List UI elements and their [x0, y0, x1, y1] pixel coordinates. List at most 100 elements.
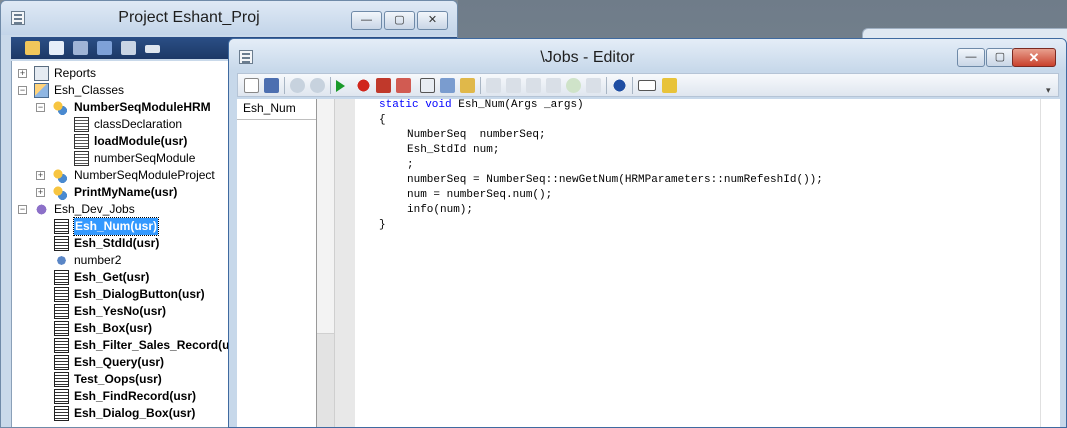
toolbar-separator	[480, 77, 481, 94]
tree-node-numberseqmodulehrm[interactable]: − NumberSeqModuleHRM	[12, 99, 230, 116]
tree-node-esh-filter-sales-record[interactable]: Esh_Filter_Sales_Record(usr)	[12, 337, 230, 354]
editor-window: \Jobs - Editor — ▢ ✕ ▾ Esh_Num static vo…	[228, 38, 1067, 428]
tree-node-classdeclaration[interactable]: classDeclaration	[12, 116, 230, 133]
tree-node-esh-query[interactable]: Esh_Query(usr)	[12, 354, 230, 371]
project-close-button[interactable]: ✕	[417, 11, 448, 30]
list-fields-icon[interactable]	[506, 78, 521, 93]
method-icon	[74, 151, 89, 166]
tree-node-label: Esh_Filter_Sales_Record(usr)	[74, 338, 230, 352]
tree-node-label-selected: Esh_Num(usr)	[72, 217, 160, 236]
line-numbers-icon[interactable]	[638, 80, 656, 91]
toolbar-separator	[330, 77, 331, 94]
toggle-breakpoint-icon[interactable]	[376, 78, 391, 93]
tree-node-esh-stdid[interactable]: Esh_StdId(usr)	[12, 235, 230, 252]
breakpoint-icon[interactable]	[356, 78, 371, 93]
tree-node-reports[interactable]: + Reports	[12, 65, 230, 82]
job-icon	[54, 321, 69, 336]
toolbar-overflow-icon[interactable]: ▾	[1046, 85, 1051, 96]
job-icon	[54, 236, 69, 251]
tree-node-label: Esh_YesNo(usr)	[74, 304, 167, 318]
tree-node-printmyname[interactable]: + PrintMyName(usr)	[12, 184, 230, 201]
tree-node-label: PrintMyName(usr)	[74, 185, 178, 199]
script-icon[interactable]	[460, 78, 475, 93]
redo-icon[interactable]	[310, 78, 325, 93]
tree-node-esh-get[interactable]: Esh_Get(usr)	[12, 269, 230, 286]
editor-toolbar	[237, 73, 1059, 97]
remove-breakpoints-icon[interactable]	[396, 78, 411, 93]
code-line: info(num);	[407, 204, 474, 216]
scrollbar-thumb[interactable]	[317, 99, 334, 334]
expand-icon[interactable]: +	[36, 188, 45, 197]
project-maximize-button[interactable]: ▢	[384, 11, 415, 30]
editor-title-bar[interactable]: \Jobs - Editor — ▢ ✕	[229, 39, 1066, 71]
code-line: numberSeq = NumberSeq::newGetNum(HRMPara…	[407, 174, 823, 186]
method-icon	[74, 117, 89, 132]
editor-minimize-button[interactable]: —	[957, 48, 985, 67]
import-icon[interactable]	[73, 41, 88, 55]
tree-node-label: Reports	[54, 66, 97, 80]
save-icon[interactable]	[264, 78, 279, 93]
tree-node-loadmodule[interactable]: loadModule(usr)	[12, 133, 230, 150]
list-reserved-words-icon[interactable]	[586, 78, 601, 93]
method-list-item[interactable]: Esh_Num	[243, 101, 296, 115]
project-title-bar[interactable]: Project Eshant_Proj — ▢ ✕	[1, 1, 457, 35]
tree-node-label: Esh_StdId(usr)	[74, 236, 160, 250]
label-icon[interactable]	[566, 78, 581, 93]
job-icon	[54, 355, 69, 370]
tree-node-numberseqmodule[interactable]: numberSeqModule	[12, 150, 230, 167]
tree-node-esh-yesno[interactable]: Esh_YesNo(usr)	[12, 303, 230, 320]
expand-icon[interactable]: +	[36, 171, 45, 180]
tree-node-label: Esh_Dev_Jobs	[54, 202, 135, 216]
class-icon	[52, 168, 67, 183]
help-icon[interactable]	[612, 78, 627, 93]
expand-icon[interactable]: +	[18, 69, 27, 78]
properties-icon[interactable]	[49, 41, 64, 55]
toolbar-separator	[632, 77, 633, 94]
job-icon	[54, 270, 69, 285]
list-methods-icon[interactable]	[526, 78, 541, 93]
tree-node-esh-dev-jobs[interactable]: − Esh_Dev_Jobs	[12, 201, 230, 218]
collapse-icon[interactable]: −	[18, 86, 27, 95]
tree-node-label: Esh_Box(usr)	[74, 321, 153, 335]
collapse-icon[interactable]: −	[36, 103, 45, 112]
tree-node-esh-dialog-box[interactable]: Esh_Dialog_Box(usr)	[12, 405, 230, 422]
method-list-pane: Esh_Num	[237, 99, 317, 427]
editor-vertical-scrollbar[interactable]	[1040, 99, 1060, 427]
undo-icon[interactable]	[290, 78, 305, 93]
tree-node-test-oops[interactable]: Test_Oops(usr)	[12, 371, 230, 388]
source-code-titles-icon[interactable]	[662, 78, 677, 93]
tree-node-esh-box[interactable]: Esh_Box(usr)	[12, 320, 230, 337]
code-line: num = numberSeq.num();	[407, 189, 553, 201]
compile-icon[interactable]	[145, 45, 160, 53]
open-folder-icon[interactable]	[25, 41, 40, 55]
tree-node-numberseqmoduleproject[interactable]: + NumberSeqModuleProject	[12, 167, 230, 184]
tree-node-label: numberSeqModule	[94, 151, 196, 165]
new-icon[interactable]	[244, 78, 259, 93]
compile-icon[interactable]	[420, 78, 435, 93]
method-list-scrollbar[interactable]	[317, 99, 335, 427]
code-editor[interactable]: static void Esh_Num(Args _args) { Number…	[355, 99, 1040, 427]
sort-icon[interactable]	[97, 41, 112, 55]
list-enums-icon[interactable]	[546, 78, 561, 93]
tree-node-label: loadModule(usr)	[94, 134, 188, 148]
editor-close-button[interactable]: ✕	[1012, 48, 1056, 67]
editor-maximize-button[interactable]: ▢	[986, 48, 1014, 67]
filter-icon[interactable]	[121, 41, 136, 55]
tree-node-esh-dialogbutton[interactable]: Esh_DialogButton(usr)	[12, 286, 230, 303]
tree-node-esh-classes[interactable]: − Esh_Classes	[12, 82, 230, 99]
tree-node-number2[interactable]: number2	[12, 252, 230, 269]
tree-node-label: Test_Oops(usr)	[74, 372, 162, 386]
tree-node-esh-num[interactable]: Esh_Num(usr)	[12, 217, 230, 236]
collapse-icon[interactable]: −	[18, 205, 27, 214]
job-icon	[54, 219, 69, 234]
code-line: {	[379, 114, 386, 126]
job-icon	[54, 389, 69, 404]
method-icon	[74, 134, 89, 149]
job-icon	[54, 304, 69, 319]
lookup-icon[interactable]	[440, 78, 455, 93]
project-minimize-button[interactable]: —	[351, 11, 382, 30]
tree-node-label: NumberSeqModuleHRM	[74, 100, 211, 114]
list-tables-icon[interactable]	[486, 78, 501, 93]
tree-node-esh-findrecord[interactable]: Esh_FindRecord(usr)	[12, 388, 230, 405]
run-icon[interactable]	[336, 80, 345, 92]
